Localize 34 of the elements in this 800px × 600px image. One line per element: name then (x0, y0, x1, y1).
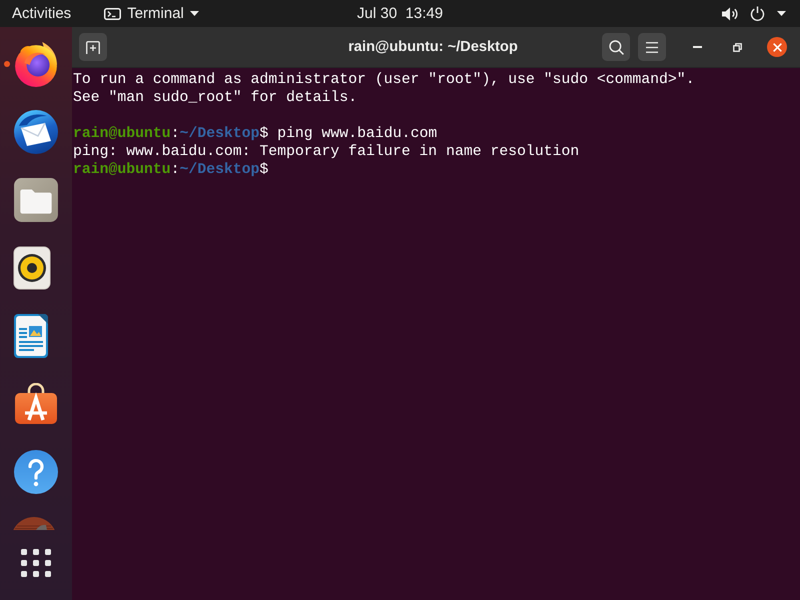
terminal-line: See "man sudo_root" for details. (73, 89, 358, 107)
browser-icon[interactable] (13, 41, 59, 87)
app-grid-icon[interactable] (21, 549, 51, 577)
new-tab-button[interactable] (79, 33, 107, 61)
terminal-line: To run a command as administrator (user "root"), use "sudo <command>". (73, 71, 695, 89)
clock-button[interactable]: Jul 30 13:49 (357, 4, 443, 24)
speaker-icon[interactable] (13, 246, 51, 290)
terminal-line: rain@ubuntu:~/Desktop$ (73, 161, 268, 179)
close-button[interactable] (767, 37, 787, 57)
window-title: rain@ubuntu: ~/Desktop (348, 39, 518, 55)
volume-icon (722, 6, 738, 20)
search-icon (608, 40, 624, 54)
terminal-line: ping: www.baidu.com: Temporary failure in name resolution (73, 143, 580, 161)
shopping-bag-icon[interactable] (13, 383, 59, 425)
menu-button[interactable] (638, 33, 666, 61)
terminal-line: rain@ubuntu:~/Desktop$ ping www.baidu.com (73, 125, 438, 143)
new-tab-icon (86, 40, 100, 54)
help-icon[interactable] (13, 449, 59, 495)
caret-icon (190, 11, 199, 16)
menu-icon (646, 42, 658, 52)
close-icon (772, 42, 782, 52)
caret-icon (777, 11, 786, 16)
terminal-icon (104, 8, 122, 20)
app-menu-button[interactable]: Terminal (104, 4, 199, 24)
document-icon[interactable] (13, 314, 49, 358)
search-button[interactable] (602, 33, 630, 61)
minimize-icon (692, 46, 702, 48)
partial-app-icon[interactable] (13, 517, 55, 530)
activities-button[interactable]: Activities (12, 4, 72, 24)
restore-icon (732, 42, 742, 52)
power-icon (750, 6, 765, 21)
mail-icon[interactable] (13, 109, 59, 155)
system-menu-button[interactable] (722, 4, 786, 24)
folder-icon[interactable] (13, 177, 59, 223)
